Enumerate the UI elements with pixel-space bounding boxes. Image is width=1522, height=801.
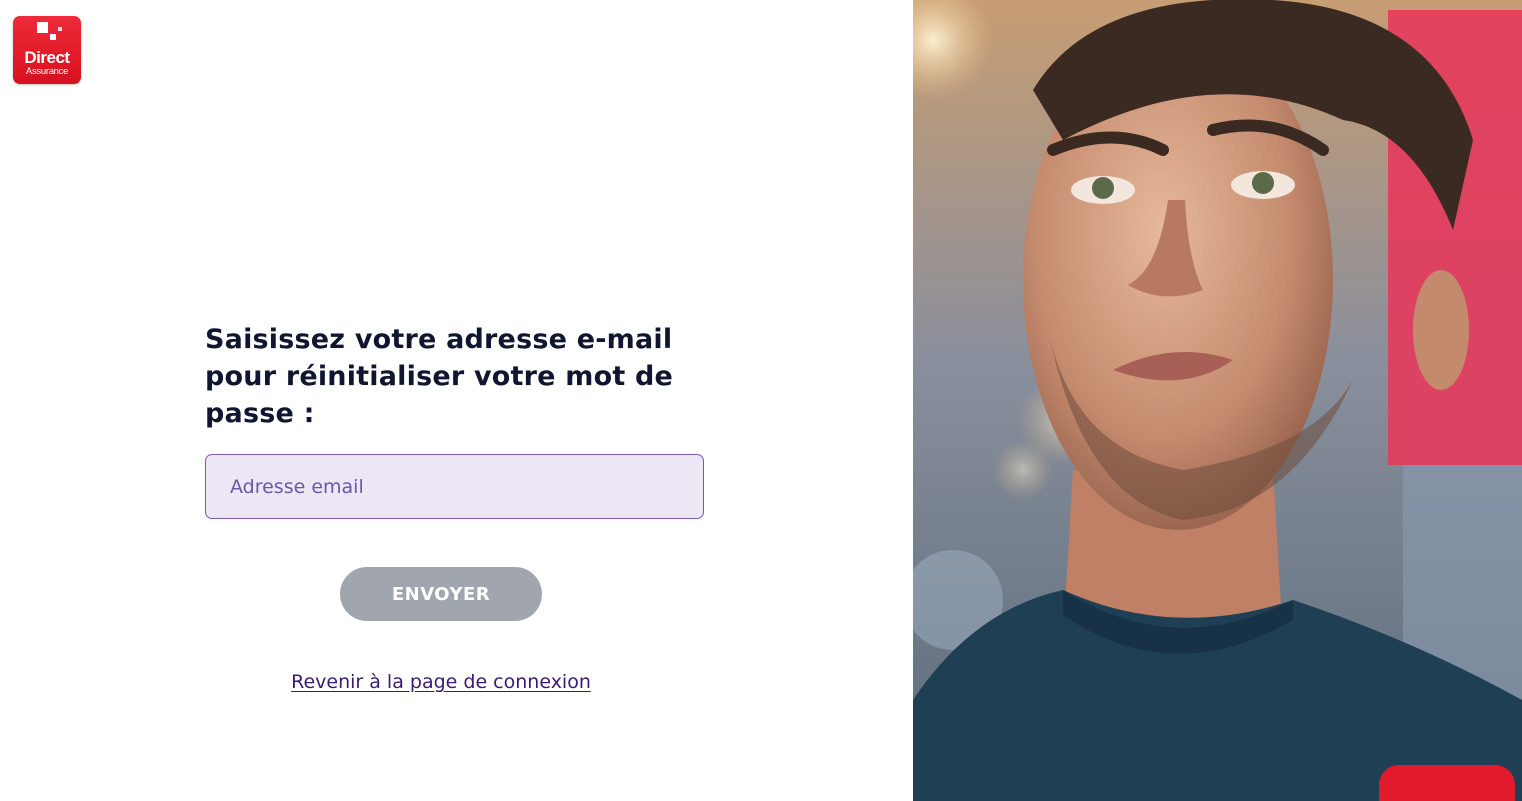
send-button[interactable]: ENVOYER [340,567,542,621]
logo-square-icon [37,22,48,33]
page-heading: Saisissez votre adresse e-mail pour réin… [205,324,674,429]
hero-photo [913,0,1522,801]
login-reset-pane: Direct Assurance Saisissez votre adresse… [0,0,913,801]
logo-word-direct: Direct [24,48,70,67]
back-to-login-link[interactable]: Revenir à la page de connexion [240,671,642,693]
man-looking-up-photo-icon [913,0,1522,801]
logo-square-icon [50,34,56,40]
logo-square-icon [58,27,62,31]
direct-assurance-logo[interactable]: Direct Assurance [13,16,81,84]
logo-word-assurance: Assurance [25,66,69,77]
email-input[interactable] [205,454,704,519]
